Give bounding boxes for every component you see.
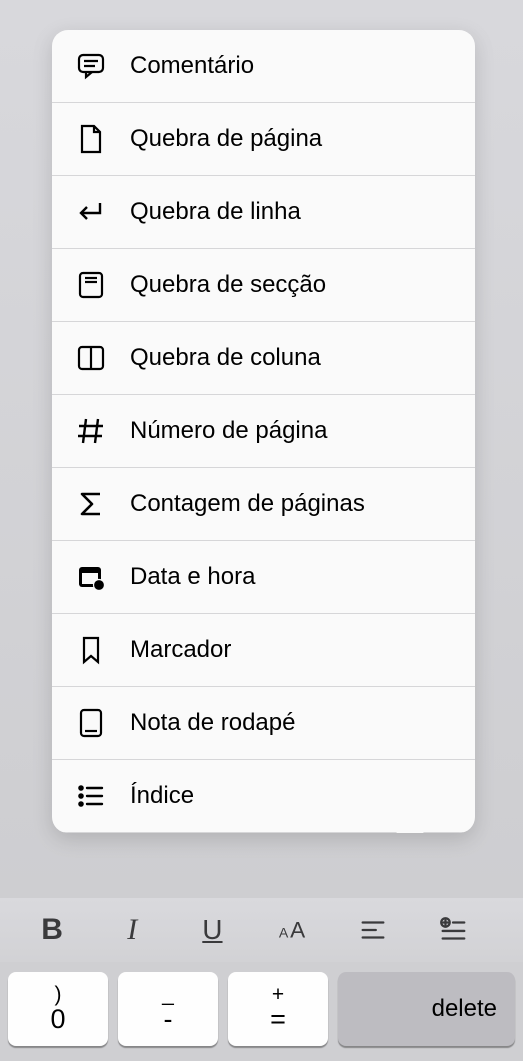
key-top: + — [272, 985, 284, 1005]
key-paren-zero[interactable]: ) 0 — [8, 972, 108, 1046]
sigma-icon — [74, 487, 108, 521]
svg-text:A: A — [290, 918, 306, 943]
menu-label: Número de página — [130, 417, 327, 445]
popover-tail — [395, 831, 425, 833]
insert-menu-popover: Comentário Quebra de página Quebra de li… — [52, 30, 475, 833]
comment-icon — [74, 49, 108, 83]
underline-label: U — [202, 914, 222, 946]
insert-icon — [437, 914, 469, 946]
key-bottom: - — [164, 1006, 173, 1033]
bold-label: B — [41, 913, 63, 947]
menu-item-line-break[interactable]: Quebra de linha — [52, 176, 475, 249]
menu-item-bookmark[interactable]: Marcador — [52, 614, 475, 687]
menu-label: Quebra de coluna — [130, 344, 321, 372]
bookmark-icon — [74, 633, 108, 667]
menu-label: Quebra de secção — [130, 271, 326, 299]
line-break-icon — [74, 195, 108, 229]
key-top: _ — [162, 985, 174, 1005]
key-underscore-dash[interactable]: _ - — [118, 972, 218, 1046]
key-bottom: = — [270, 1006, 286, 1033]
align-button[interactable] — [345, 904, 401, 956]
menu-item-section-break[interactable]: Quebra de secção — [52, 249, 475, 322]
menu-label: Nota de rodapé — [130, 709, 295, 737]
menu-item-page-number[interactable]: Número de página — [52, 395, 475, 468]
footnote-icon — [74, 706, 108, 740]
keyboard-row: ) 0 _ - + = delete — [0, 962, 523, 1061]
menu-item-date-time[interactable]: Data e hora — [52, 541, 475, 614]
hash-icon — [74, 414, 108, 448]
menu-item-comment[interactable]: Comentário — [52, 30, 475, 103]
menu-item-page-break[interactable]: Quebra de página — [52, 103, 475, 176]
textsize-button[interactable]: A A — [265, 904, 321, 956]
menu-label: Quebra de página — [130, 125, 322, 153]
menu-item-footnote[interactable]: Nota de rodapé — [52, 687, 475, 760]
format-toolbar: B I U A A — [0, 898, 523, 962]
textsize-icon: A A — [277, 914, 309, 946]
key-delete[interactable]: delete — [338, 972, 515, 1046]
calendar-icon — [74, 560, 108, 594]
menu-item-column-break[interactable]: Quebra de coluna — [52, 322, 475, 395]
menu-item-toc[interactable]: Índice — [52, 760, 475, 833]
key-bottom: 0 — [50, 1006, 65, 1033]
underline-button[interactable]: U — [184, 904, 240, 956]
toc-icon — [74, 779, 108, 813]
key-top: ) — [55, 985, 62, 1005]
menu-label: Índice — [130, 782, 194, 810]
menu-label: Quebra de linha — [130, 198, 301, 226]
menu-label: Comentário — [130, 52, 254, 80]
menu-label: Marcador — [130, 636, 231, 664]
menu-label: Data e hora — [130, 563, 255, 591]
menu-item-page-count[interactable]: Contagem de páginas — [52, 468, 475, 541]
svg-text:A: A — [278, 925, 288, 941]
column-break-icon — [74, 341, 108, 375]
page-break-icon — [74, 122, 108, 156]
align-icon — [357, 914, 389, 946]
italic-label: I — [127, 913, 137, 947]
bold-button[interactable]: B — [24, 904, 80, 956]
key-plus-equals[interactable]: + = — [228, 972, 328, 1046]
delete-label: delete — [432, 995, 497, 1023]
insert-button[interactable] — [425, 904, 481, 956]
italic-button[interactable]: I — [104, 904, 160, 956]
section-break-icon — [74, 268, 108, 302]
menu-label: Contagem de páginas — [130, 490, 365, 518]
